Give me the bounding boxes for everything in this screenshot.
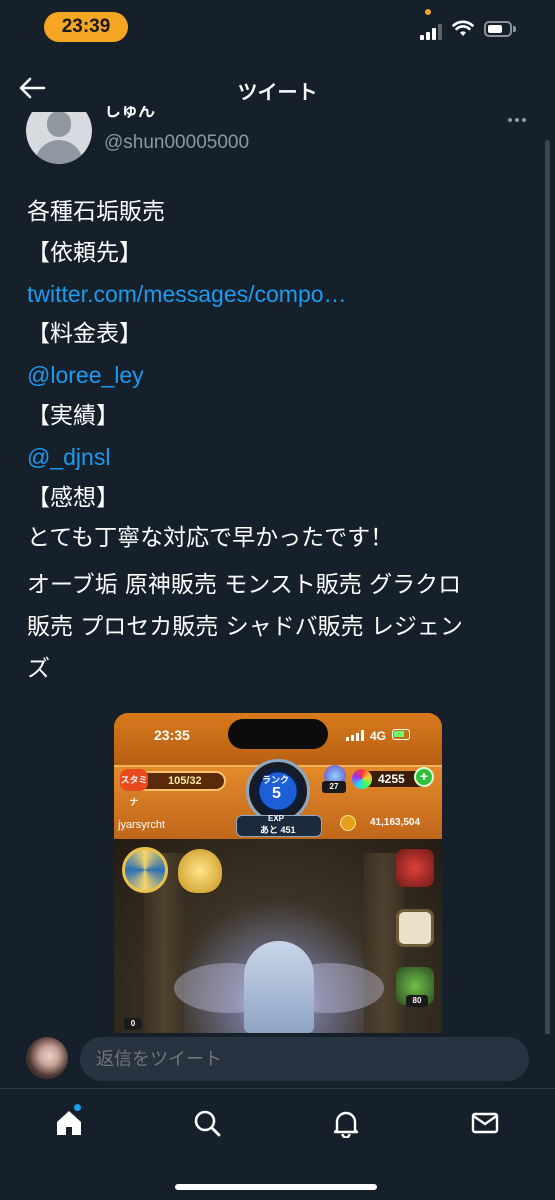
bell-icon[interactable] bbox=[331, 1108, 361, 1138]
more-options-icon[interactable] bbox=[506, 118, 528, 124]
top-bar: ツイート bbox=[0, 62, 555, 114]
tweet-tags: オーブ垢 原神販売 モンスト販売 グラクロ 販売 プロセカ販売 シャドバ販売 レ… bbox=[27, 564, 537, 690]
mail-icon[interactable] bbox=[470, 1108, 500, 1138]
mention-link[interactable]: @_djnsl bbox=[27, 437, 537, 478]
gem-icon bbox=[352, 769, 372, 789]
wifi-icon bbox=[452, 20, 474, 36]
orb-count: 27 bbox=[322, 781, 346, 793]
author-name[interactable]: しゅん bbox=[104, 106, 155, 124]
media-battery-icon bbox=[392, 729, 410, 740]
stamina-label: スタミナ bbox=[120, 769, 148, 807]
cellular-signal-icon bbox=[420, 24, 442, 40]
rank-value: 5 bbox=[272, 785, 281, 802]
tweet-line: とても丁寧な対応で早かったです！ bbox=[27, 525, 394, 552]
status-bar: 23:39 bbox=[0, 0, 555, 56]
tweet-line: 販売 プロセカ販売 シャドバ販売 レジェン bbox=[27, 614, 463, 640]
media-time: 23:35 bbox=[154, 727, 190, 743]
coin-count: 41,163,504 bbox=[370, 817, 421, 828]
battery-icon bbox=[484, 21, 512, 37]
reply-input[interactable] bbox=[80, 1037, 529, 1081]
tweet-line: オーブ垢 原神販売 モンスト販売 グラクロ bbox=[27, 572, 462, 598]
recording-indicator bbox=[425, 9, 431, 15]
roulette-icon bbox=[122, 847, 168, 893]
exp-label: EXP bbox=[268, 814, 285, 823]
home-notification-dot bbox=[74, 1104, 81, 1111]
page-title: ツイート bbox=[237, 80, 318, 104]
scrollbar[interactable] bbox=[545, 140, 550, 1035]
tweet-line: 各種石垢販売 bbox=[27, 199, 165, 225]
mention-link[interactable]: @loree_ley bbox=[27, 355, 537, 396]
player-name: jyarsyrcht bbox=[118, 819, 166, 831]
tweet-media-image[interactable]: 23:35 4G スタミナ 105/32 ランク 5 EXP あと 451 27… bbox=[114, 713, 442, 1033]
gem-count: 4255 bbox=[378, 772, 405, 786]
coin-icon bbox=[340, 815, 356, 831]
add-gems-icon: + bbox=[414, 767, 434, 787]
tweet-line: 【料金表】 bbox=[27, 321, 142, 348]
status-time: 23:39 bbox=[44, 12, 128, 42]
tweet-text: 各種石垢販売 【依頼先】 twitter.com/messages/compo…… bbox=[27, 192, 537, 559]
home-indicator bbox=[175, 1184, 377, 1190]
author-handle[interactable]: @shun00005000 bbox=[104, 132, 249, 154]
egg-icon bbox=[178, 849, 222, 893]
character bbox=[244, 941, 314, 1033]
help-icon bbox=[396, 849, 434, 887]
media-signal-icon bbox=[346, 730, 366, 741]
tweet-line: 【依頼先】 bbox=[27, 239, 142, 266]
user-avatar[interactable] bbox=[26, 1037, 68, 1079]
tweet-line: 【実績】 bbox=[27, 402, 119, 429]
message-link[interactable]: twitter.com/messages/compo… bbox=[27, 274, 537, 315]
home-icon[interactable] bbox=[54, 1108, 84, 1138]
search-icon[interactable] bbox=[192, 1108, 222, 1138]
tweet-line: 【感想】 bbox=[27, 484, 119, 511]
monster-count-badge: 80 bbox=[406, 995, 428, 1007]
exp-remaining: あと 451 bbox=[260, 825, 296, 835]
stamina-value: 105/32 bbox=[168, 775, 202, 787]
author-avatar[interactable] bbox=[26, 112, 92, 164]
calendar-icon bbox=[396, 909, 434, 947]
media-network: 4G bbox=[370, 729, 387, 743]
tweet-line: ズ bbox=[27, 656, 50, 682]
count-badge: 0 bbox=[124, 1018, 142, 1030]
